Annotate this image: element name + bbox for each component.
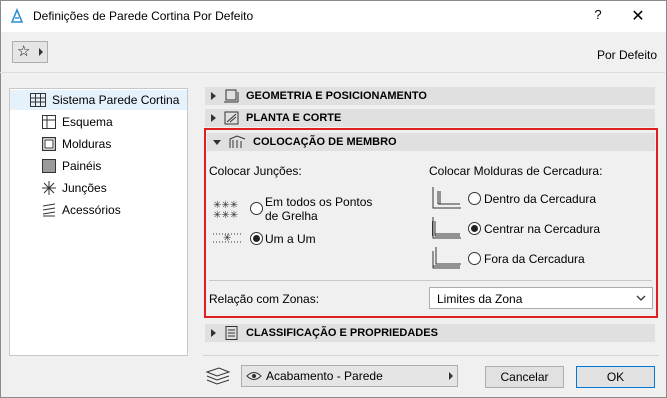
layers-icon — [205, 367, 231, 385]
accessories-icon — [42, 203, 56, 217]
chevron-down-icon — [636, 295, 646, 301]
select-value: Limites da Zona — [437, 292, 523, 306]
radio-inside-boundary[interactable] — [468, 192, 481, 205]
panels-icon — [42, 159, 56, 173]
zones-relation-label: Relação com Zonas: — [209, 292, 320, 306]
chevron-right-icon — [39, 48, 43, 56]
expand-icon — [211, 92, 216, 100]
radio-outside-boundary[interactable] — [468, 252, 481, 265]
place-boundary-frames-label: Colocar Molduras de Cercadura: — [429, 164, 603, 178]
divider — [209, 280, 652, 281]
section-planta[interactable]: PLANTA E CORTE — [205, 109, 655, 127]
option-label: Centrar na Cercadura — [484, 222, 601, 236]
help-button[interactable]: ? — [586, 7, 610, 27]
section-geometria[interactable]: GEOMETRIA E POSICIONAMENTO — [205, 87, 655, 105]
tree-item-label: Painéis — [62, 159, 102, 173]
window-title: Definições de Parede Cortina Por Defeito — [33, 9, 254, 23]
layer-value: Acabamento - Parede — [266, 369, 383, 383]
section-title: CLASSIFICAÇÃO E PROPRIEDADES — [246, 327, 438, 339]
section-colocacao[interactable]: COLOCAÇÃO DE MEMBRO — [207, 133, 655, 151]
tree-item-label: Molduras — [62, 137, 112, 151]
member-placement-icon — [229, 135, 246, 148]
tree-item-label: Junções — [62, 181, 107, 195]
divider — [0, 72, 665, 73]
close-button[interactable]: ✕ — [626, 6, 650, 26]
section-title: GEOMETRIA E POSICIONAMENTO — [246, 90, 427, 102]
tree-item-paineis[interactable]: Painéis — [42, 156, 101, 176]
svg-text:✳✳✳: ✳✳✳ — [213, 210, 238, 220]
all-grid-points-icon: ✳✳✳ ✳✳✳ — [213, 200, 238, 220]
tree-item-esquema[interactable]: Esquema — [42, 112, 113, 132]
option-label: Dentro da Cercadura — [484, 192, 597, 206]
tree-item-molduras[interactable]: Molduras — [42, 134, 111, 154]
star-icon: ☆ — [17, 43, 31, 60]
section-title: PLANTA E CORTE — [246, 112, 342, 124]
option-label: Um a Um — [265, 232, 316, 246]
option-label: Em todos os Pontos — [265, 195, 373, 209]
layer-select[interactable]: Acabamento - Parede — [241, 365, 458, 387]
tree-item-juncoes[interactable]: Junções — [42, 178, 107, 198]
zones-relation-select[interactable]: Limites da Zona — [429, 287, 653, 309]
expand-icon — [211, 114, 216, 122]
frame-inside-icon — [432, 187, 461, 209]
classification-icon — [225, 326, 238, 340]
option-label: de Grelha — [265, 209, 318, 223]
eye-icon — [246, 372, 262, 380]
one-by-one-icon: ✳ — [213, 233, 241, 244]
frame-outside-icon — [432, 247, 461, 269]
geometry-icon — [224, 89, 239, 103]
place-junctions-label: Colocar Junções: — [209, 164, 302, 178]
title-bar: Definições de Parede Cortina Por Defeito… — [1, 1, 666, 32]
radio-one-by-one[interactable] — [250, 232, 263, 245]
frames-icon — [42, 137, 56, 151]
collapse-icon — [213, 139, 221, 145]
svg-text:✳: ✳ — [223, 233, 231, 244]
scheme-icon — [42, 115, 56, 129]
tree-item-label: Esquema — [62, 115, 113, 129]
tree-item-sistema[interactable]: Sistema Parede Cortina — [10, 90, 187, 110]
radio-center-boundary[interactable] — [468, 222, 481, 235]
floor-plan-icon — [224, 111, 239, 125]
divider — [203, 355, 659, 356]
section-classificacao[interactable]: CLASSIFICAÇÃO E PROPRIEDADES — [205, 324, 655, 342]
radio-all-grid-points[interactable] — [250, 202, 263, 215]
tree-item-acessorios[interactable]: Acessórios — [42, 200, 121, 220]
cancel-button[interactable]: Cancelar — [485, 366, 564, 388]
tree-item-label: Acessórios — [62, 203, 121, 217]
junctions-icon — [42, 181, 56, 195]
favorites-button[interactable]: ☆ — [12, 41, 48, 63]
option-label: Fora da Cercadura — [484, 252, 585, 266]
tree-item-label: Sistema Parede Cortina — [52, 93, 180, 107]
default-label: Por Defeito — [596, 48, 657, 62]
frame-center-icon — [432, 217, 461, 239]
expand-icon — [211, 329, 216, 337]
chevron-right-icon — [449, 372, 453, 380]
curtain-wall-system-icon — [30, 93, 46, 107]
ok-button[interactable]: OK — [576, 366, 655, 388]
section-title: COLOCAÇÃO DE MEMBRO — [253, 136, 397, 148]
archicad-app-icon — [10, 8, 24, 23]
